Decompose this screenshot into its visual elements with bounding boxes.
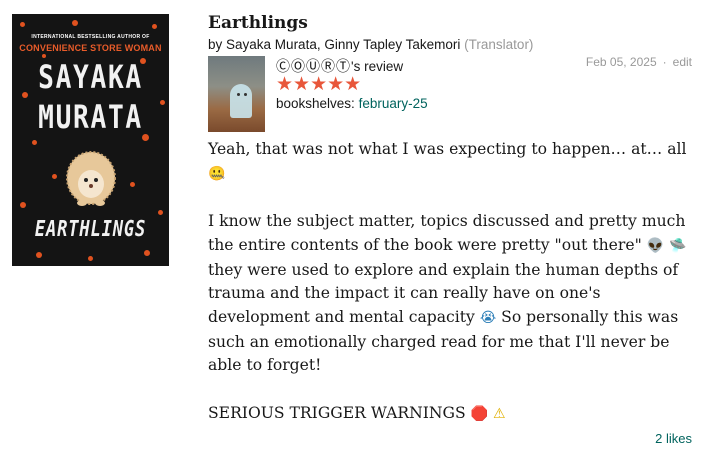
reviewer-avatar[interactable]: [208, 56, 265, 132]
byline-prefix: by: [208, 37, 223, 52]
alien-emoji-icon: 👽: [646, 237, 665, 254]
book-title-link[interactable]: Earthlings: [208, 13, 308, 33]
byline: by Sayaka Murata, Ginny Tapley Takemori …: [208, 37, 533, 52]
likes-link[interactable]: 2 likes: [655, 431, 692, 446]
crying-face-emoji-icon: 😭: [479, 309, 497, 326]
author-links[interactable]: Sayaka Murata, Ginny Tapley Takemori: [226, 37, 460, 52]
review-body: Yeah, that was not what I was expecting …: [208, 138, 698, 426]
cover-author-last: MURATA: [38, 98, 143, 136]
shelf-link[interactable]: february-25: [359, 96, 428, 111]
bookshelves-label: bookshelves:: [276, 96, 355, 111]
zipper-mouth-emoji-icon: 🤐: [208, 165, 226, 182]
ufo-emoji-icon: 🛸: [669, 237, 687, 254]
hedgehog-illustration: [66, 151, 116, 206]
review-paragraph: SERIOUS TRIGGER WARNINGS 🛑 ⚠: [208, 403, 506, 422]
stop-sign-emoji-icon: 🛑: [470, 405, 489, 422]
book-cover[interactable]: INTERNATIONAL BESTSELLING AUTHOR OF CONV…: [12, 14, 169, 266]
cover-author-first: SAYAKA: [38, 58, 143, 96]
review-date-row: Feb 05, 2025 · edit: [586, 55, 692, 69]
star-rating: ★★★★★: [276, 73, 362, 95]
translator-role: (Translator): [464, 37, 534, 52]
bookshelves: bookshelves: february-25: [276, 96, 428, 111]
review-suffix: 's review: [351, 59, 404, 74]
cover-title: EARTHLINGS: [34, 217, 147, 242]
edit-link[interactable]: edit: [673, 55, 692, 69]
cover-previous-title: CONVENIENCE STORE WOMAN: [19, 43, 162, 53]
warning-emoji-icon: ⚠: [493, 405, 506, 422]
review-date[interactable]: Feb 05, 2025: [586, 55, 657, 69]
review-paragraph: I know the subject matter, topics discus…: [208, 212, 687, 375]
ghost-figure: [230, 84, 252, 118]
separator: ·: [662, 55, 667, 69]
cover-tagline: INTERNATIONAL BESTSELLING AUTHOR OF: [31, 34, 150, 40]
review-paragraph: Yeah, that was not what I was expecting …: [208, 140, 687, 182]
